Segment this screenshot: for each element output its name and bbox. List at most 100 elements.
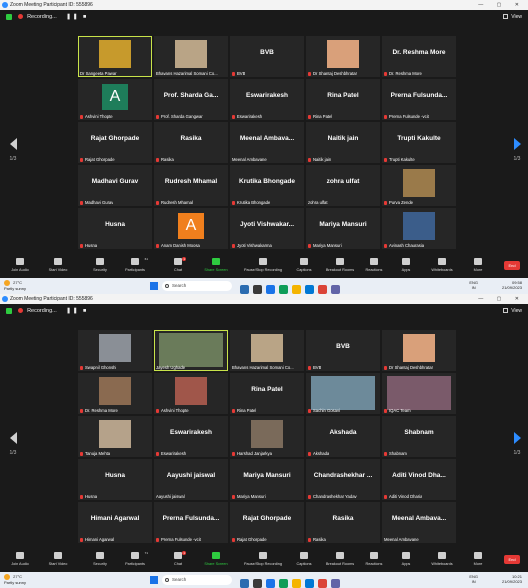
next-page-button[interactable]: 1/3: [510, 432, 524, 456]
participant-tile[interactable]: Bhavans Hazarimal Somani Co...: [154, 36, 228, 77]
participant-tile[interactable]: Purva Zende: [382, 165, 456, 206]
participant-tile[interactable]: Dr Shantaj Deshbhratar: [382, 330, 456, 371]
participant-tile[interactable]: Rajat Ghorpade Rajat Ghorpade: [230, 502, 304, 543]
taskbar-app-icon[interactable]: [331, 579, 340, 588]
participant-tile[interactable]: Dr Shantaj Deshbhratar: [306, 36, 380, 77]
participant-tile[interactable]: Mariya Mansuri Mariya Mansuri: [306, 208, 380, 249]
language-indicator[interactable]: ENG IN: [469, 574, 478, 584]
more-button[interactable]: More: [458, 258, 498, 272]
clock[interactable]: 10:21 21/09/2023: [502, 574, 522, 584]
start-video-button[interactable]: Start Video: [38, 552, 78, 566]
end-button[interactable]: End: [504, 555, 520, 564]
participant-tile[interactable]: Bhavans Hazarimal Somani Co...: [230, 330, 304, 371]
chat-button[interactable]: 1 Chat: [158, 551, 198, 566]
participant-tile[interactable]: Rasika Rasika: [154, 122, 228, 163]
window-controls[interactable]: — ▢ ✕: [478, 294, 525, 304]
taskbar-app-icon[interactable]: [253, 579, 262, 588]
participant-tile[interactable]: Eswarirakesh Eswarirakesh: [154, 416, 228, 457]
taskbar-app-icon[interactable]: [279, 285, 288, 294]
taskbar-app-icon[interactable]: [240, 285, 249, 294]
participant-tile[interactable]: Husna Husna: [78, 459, 152, 500]
participant-tile[interactable]: zohra ulfat zohra ulfat: [306, 165, 380, 206]
taskbar-app-icon[interactable]: [305, 579, 314, 588]
weather-widget[interactable]: 27°C Partly sunny: [4, 280, 26, 291]
whiteboards-button[interactable]: Whiteboards: [422, 552, 462, 566]
start-video-button[interactable]: Start Video: [38, 258, 78, 272]
join-audio-button[interactable]: Join Audio: [0, 552, 40, 566]
participant-tile[interactable]: Ashvini Thopte: [154, 373, 228, 414]
participant-tile[interactable]: Husna Husna: [78, 208, 152, 249]
taskbar-app-icon[interactable]: [292, 579, 301, 588]
taskbar-search[interactable]: Search: [162, 281, 232, 291]
participant-tile[interactable]: Prerna Fulsunda... Prerna Fulsunde -vcit: [382, 79, 456, 120]
participant-tile[interactable]: Rina Patel Rina Patel: [230, 373, 304, 414]
participant-tile[interactable]: Swapnil Ghonshi: [78, 330, 152, 371]
participant-tile[interactable]: A Anam Danish Moosa: [154, 208, 228, 249]
participants-button[interactable]: 71 Participants: [115, 551, 155, 566]
participant-tile[interactable]: Dr. Reshma More: [78, 373, 152, 414]
taskbar-app-icon[interactable]: [305, 285, 314, 294]
taskbar-app-icon[interactable]: [292, 285, 301, 294]
taskbar-app-icon[interactable]: [318, 579, 327, 588]
apps-button[interactable]: Apps: [386, 552, 426, 566]
language-indicator[interactable]: ENG IN: [469, 280, 478, 290]
apps-button[interactable]: Apps: [386, 258, 426, 272]
participant-tile[interactable]: Tanuja Mehta: [78, 416, 152, 457]
participant-tile[interactable]: Naitik jain Naitik jain: [306, 122, 380, 163]
view-button[interactable]: View: [502, 307, 522, 315]
more-button[interactable]: More: [458, 552, 498, 566]
participant-tile[interactable]: Meenal Ambava... Meenal Ambavane: [382, 502, 456, 543]
windows-start-icon[interactable]: [150, 282, 158, 290]
taskbar-app-icon[interactable]: [266, 579, 275, 588]
participant-tile[interactable]: Shabnam Shabnam: [382, 416, 456, 457]
participants-button[interactable]: 61 Participants: [115, 257, 155, 272]
window-controls[interactable]: — ▢ ✕: [478, 0, 525, 10]
taskbar-app-icon[interactable]: [266, 285, 275, 294]
participant-tile[interactable]: Krutika Bhongade Krutika Bhongade: [230, 165, 304, 206]
share-screen-button[interactable]: Share Screen: [196, 258, 236, 272]
taskbar-app-icon[interactable]: [240, 579, 249, 588]
captions-button[interactable]: Captions: [284, 258, 324, 272]
pause-recording-button[interactable]: Pause/Stop Recording: [238, 258, 288, 272]
participant-tile[interactable]: Mariya Mansuri Mariya Mansuri: [230, 459, 304, 500]
taskbar-app-icon[interactable]: [318, 285, 327, 294]
participant-tile[interactable]: Rajat Ghorpade Rajat Ghorpade: [78, 122, 152, 163]
participant-tile[interactable]: Aayushi jaiswal Aayushi jaiswal: [154, 459, 228, 500]
join-audio-button[interactable]: Join Audio: [0, 258, 40, 272]
participant-tile[interactable]: Dr Sangeeta Pawar: [78, 36, 152, 77]
view-button[interactable]: View: [502, 13, 522, 21]
taskbar-app-icon[interactable]: [279, 579, 288, 588]
weather-widget[interactable]: 27°C Partly sunny: [4, 574, 26, 585]
participant-tile[interactable]: Meenal Ambava... Meenal Ambavane: [230, 122, 304, 163]
participant-tile[interactable]: Akshada Akshada: [306, 416, 380, 457]
shield-icon[interactable]: [6, 307, 12, 314]
captions-button[interactable]: Captions: [284, 552, 324, 566]
share-screen-button[interactable]: Share Screen: [196, 552, 236, 566]
participant-tile[interactable]: Eswarirakesh Eswarirakesh: [230, 79, 304, 120]
participant-tile[interactable]: Prof. Sharda Ga... Prof. Sharda Gangwar: [154, 79, 228, 120]
taskbar-app-icon[interactable]: [253, 285, 262, 294]
participant-tile[interactable]: Rina Patel Rina Patel: [306, 79, 380, 120]
participant-tile[interactable]: Chandrashekhar ... Chandrashekhar Yadav: [306, 459, 380, 500]
participant-tile[interactable]: Jayesh Ughade: [154, 330, 228, 371]
participant-tile[interactable]: IQAC Team: [382, 373, 456, 414]
participant-tile[interactable]: Harshad Janjarkya: [230, 416, 304, 457]
participant-tile[interactable]: Sachin Gosavi: [306, 373, 380, 414]
participant-tile[interactable]: Avinash Chaurasia: [382, 208, 456, 249]
participant-tile[interactable]: Trupti Kakulte Trupti Kakulte: [382, 122, 456, 163]
chat-button[interactable]: 1 Chat: [158, 257, 198, 272]
whiteboards-button[interactable]: Whiteboards: [422, 258, 462, 272]
taskbar-app-icon[interactable]: [331, 285, 340, 294]
prev-page-button[interactable]: 1/3: [6, 432, 20, 456]
participant-tile[interactable]: Aditi Vinod Dha... Aditi Vinod Dharia: [382, 459, 456, 500]
participant-tile[interactable]: Rasika Rasika: [306, 502, 380, 543]
participant-tile[interactable]: Himani Agarwal Himani Agarwal: [78, 502, 152, 543]
recording-controls[interactable]: ❚❚ ■: [66, 14, 88, 20]
taskbar-search[interactable]: Search: [162, 575, 232, 585]
participant-tile[interactable]: Madhavi Gurav Madhavi Gurav: [78, 165, 152, 206]
shield-icon[interactable]: [6, 13, 12, 20]
participant-tile[interactable]: Prerna Fulsunda... Prerna Fulsunde -vcit: [154, 502, 228, 543]
recording-controls[interactable]: ❚❚ ■: [66, 308, 88, 314]
participant-tile[interactable]: Rudresh Mhamal Rudresh Mhamal: [154, 165, 228, 206]
end-button[interactable]: End: [504, 261, 520, 270]
